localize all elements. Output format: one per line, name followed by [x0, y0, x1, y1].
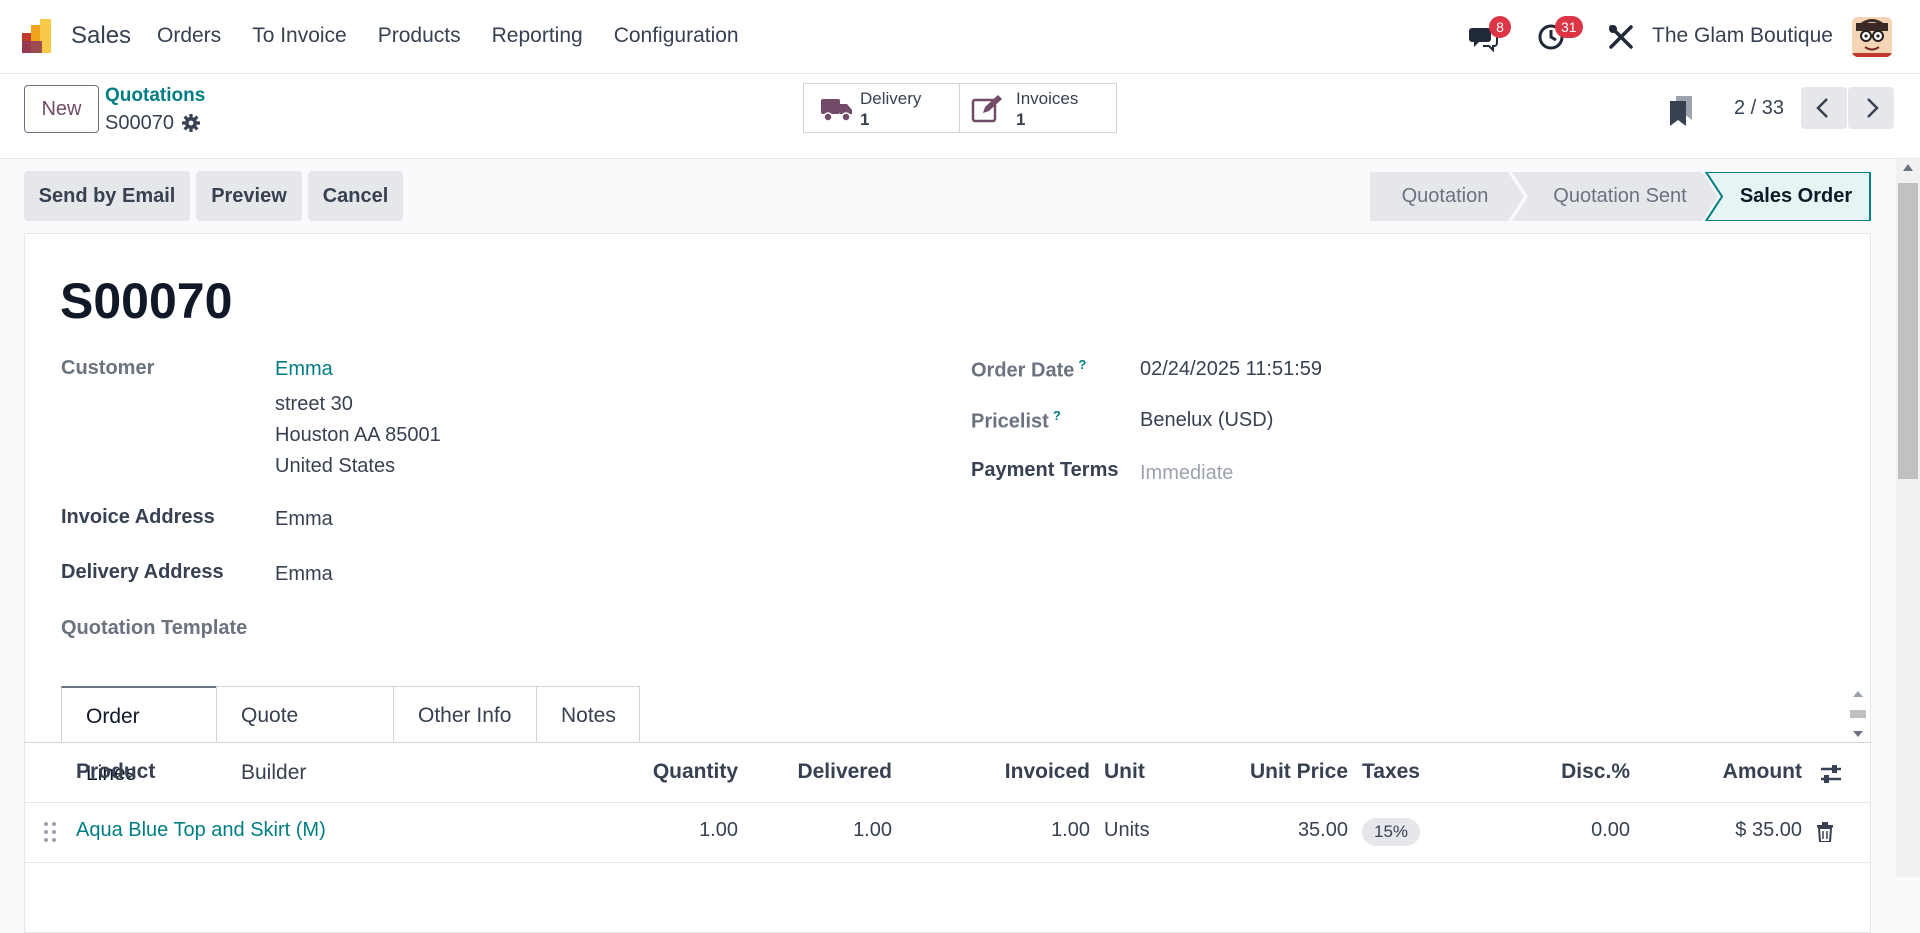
bookmark-icon[interactable]: [1670, 96, 1692, 126]
form-tabs: Order Lines Quote Builder Other Info Not…: [61, 686, 640, 785]
drag-handle-icon[interactable]: [43, 821, 57, 843]
pager-next-button[interactable]: [1848, 87, 1894, 129]
app-name[interactable]: Sales: [71, 22, 131, 50]
tab-other-info[interactable]: Other Info: [393, 686, 537, 743]
customer-name-link[interactable]: Emma: [275, 358, 333, 381]
header-divider: [24, 802, 1871, 803]
status-quotation[interactable]: Quotation: [1370, 172, 1520, 221]
delivery-smart-button[interactable]: Delivery 1: [803, 83, 960, 133]
pricelist-help-icon[interactable]: ?: [1053, 408, 1061, 423]
col-disc[interactable]: Disc.%: [1561, 760, 1630, 784]
row-product[interactable]: Aqua Blue Top and Skirt (M): [76, 819, 326, 842]
row-unit-price[interactable]: 35.00: [1298, 819, 1348, 842]
send-by-email-button[interactable]: Send by Email: [24, 171, 190, 221]
pricelist-label: Pricelist?: [971, 408, 1061, 434]
customer-country: United States: [275, 455, 396, 477]
cancel-button[interactable]: Cancel: [308, 171, 403, 221]
activities-badge: 31: [1555, 16, 1583, 38]
col-quantity[interactable]: Quantity: [653, 760, 738, 784]
main-menu: Orders To Invoice Products Reporting Con…: [157, 24, 770, 48]
edit-invoice-icon: [971, 95, 1002, 123]
delivery-address-field[interactable]: Emma: [275, 563, 333, 586]
col-product[interactable]: Product: [76, 760, 155, 784]
order-date-help-icon[interactable]: ?: [1078, 357, 1086, 372]
row-divider: [24, 862, 1871, 863]
menu-configuration[interactable]: Configuration: [614, 24, 739, 48]
chevron-left-icon: [1816, 98, 1828, 118]
breadcrumb-quotations[interactable]: Quotations: [105, 85, 205, 107]
delivery-count: 1: [860, 110, 870, 129]
payment-terms-label: Payment Terms: [971, 459, 1119, 481]
payment-terms-field[interactable]: Immediate: [1140, 462, 1233, 485]
sales-app-logo-icon[interactable]: [22, 19, 56, 53]
col-delivered[interactable]: Delivered: [797, 760, 892, 784]
tabs-divider: [24, 742, 1871, 743]
col-unit-price[interactable]: Unit Price: [1250, 760, 1348, 784]
pager-value[interactable]: 2 / 33: [1734, 97, 1784, 120]
tab-quote-builder[interactable]: Quote Builder: [216, 686, 394, 784]
menu-orders[interactable]: Orders: [157, 24, 221, 48]
messages-badge: 8: [1489, 16, 1511, 38]
gear-icon[interactable]: [181, 113, 201, 133]
tabs-scrollbar[interactable]: [1848, 688, 1868, 740]
row-delivered[interactable]: 1.00: [853, 819, 892, 842]
invoice-address-field[interactable]: Emma: [275, 508, 333, 531]
user-avatar[interactable]: [1852, 17, 1892, 57]
status-quotation-sent[interactable]: Quotation Sent: [1525, 172, 1715, 221]
order-date-label-text: Order Date: [971, 359, 1075, 382]
delivery-address-label: Delivery Address: [61, 561, 224, 583]
developer-tools-icon[interactable]: [1606, 22, 1636, 52]
scroll-up-icon[interactable]: [1900, 161, 1916, 175]
order-date-field[interactable]: 02/24/2025 11:51:59: [1140, 358, 1322, 381]
row-tax-badge[interactable]: 15%: [1362, 818, 1421, 846]
row-unit[interactable]: Units: [1104, 819, 1150, 842]
tab-notes[interactable]: Notes: [536, 686, 640, 743]
col-unit[interactable]: Unit: [1104, 760, 1145, 784]
user-avatar-icon: [1852, 17, 1892, 57]
invoices-count: 1: [1016, 110, 1026, 129]
menu-to-invoice[interactable]: To Invoice: [252, 24, 347, 48]
menu-reporting[interactable]: Reporting: [492, 24, 583, 48]
customer-label: Customer: [61, 357, 155, 379]
column-settings-icon[interactable]: [1819, 763, 1843, 785]
col-taxes[interactable]: Taxes: [1362, 760, 1420, 784]
preview-button[interactable]: Preview: [196, 171, 302, 221]
customer-street: street 30: [275, 393, 353, 415]
delivery-label: Delivery: [860, 89, 922, 108]
pager-previous-button[interactable]: [1801, 87, 1847, 129]
company-switcher[interactable]: The Glam Boutique: [1652, 24, 1833, 48]
order-title: S00070: [60, 273, 233, 329]
invoices-smart-button[interactable]: Invoices 1: [959, 83, 1117, 133]
row-amount: $ 35.00: [1735, 819, 1802, 841]
top-navbar: Sales Orders To Invoice Products Reporti…: [0, 0, 1920, 74]
chevron-right-icon: [1867, 98, 1879, 118]
quotation-template-label: Quotation Template: [61, 617, 248, 639]
invoices-label: Invoices: [1016, 89, 1079, 108]
page-scrollbar-thumb[interactable]: [1898, 183, 1918, 479]
new-button[interactable]: New: [24, 85, 99, 133]
order-date-label: Order Date?: [971, 357, 1086, 383]
truck-icon: [821, 99, 852, 122]
breadcrumb-current: S00070: [105, 112, 174, 134]
row-invoiced: 1.00: [1051, 819, 1090, 841]
col-invoiced[interactable]: Invoiced: [1005, 760, 1090, 784]
pricelist-field[interactable]: Benelux (USD): [1140, 409, 1273, 432]
tab-order-lines[interactable]: Order Lines: [61, 686, 217, 785]
row-disc[interactable]: 0.00: [1591, 819, 1630, 842]
invoice-address-label: Invoice Address: [61, 506, 215, 528]
row-quantity[interactable]: 1.00: [699, 819, 738, 842]
pricelist-label-text: Pricelist: [971, 410, 1049, 433]
trash-icon[interactable]: [1816, 822, 1834, 842]
customer-city: Houston AA 85001: [275, 424, 441, 446]
menu-products[interactable]: Products: [378, 24, 461, 48]
status-sales-order[interactable]: Sales Order: [1722, 172, 1870, 221]
col-amount[interactable]: Amount: [1723, 760, 1802, 784]
